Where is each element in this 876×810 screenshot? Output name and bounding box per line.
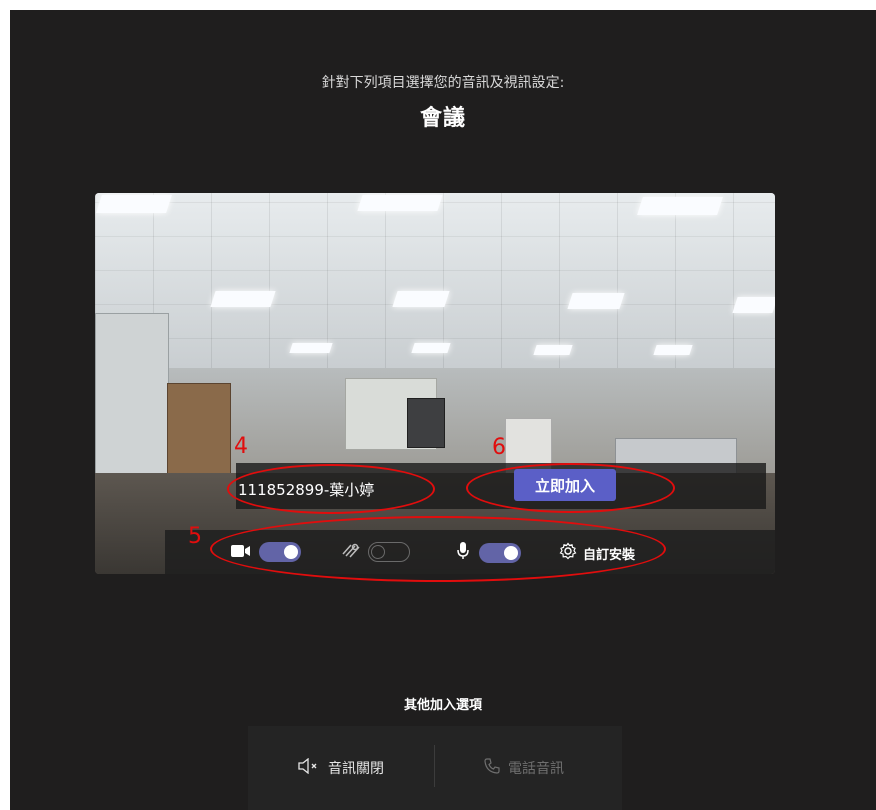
phone-icon bbox=[484, 758, 500, 778]
ceiling-light bbox=[411, 343, 451, 353]
poster bbox=[407, 398, 445, 448]
annotation-ellipse-controls bbox=[210, 516, 666, 582]
annotation-number-4: 4 bbox=[234, 434, 248, 459]
ceiling-light bbox=[653, 345, 693, 355]
ceiling-light bbox=[289, 343, 333, 353]
audio-off-label: 音訊關閉 bbox=[328, 761, 384, 777]
annotation-ellipse-name bbox=[227, 464, 435, 514]
other-join-options-title: 其他加入選項 bbox=[403, 698, 482, 713]
meeting-title: 會議 bbox=[419, 106, 466, 131]
bookshelf bbox=[167, 383, 231, 485]
ceiling-light bbox=[357, 195, 443, 211]
ceiling-light bbox=[637, 197, 723, 215]
ceiling-light bbox=[533, 345, 573, 355]
cabinet bbox=[95, 313, 169, 485]
ceiling-light bbox=[567, 293, 625, 309]
ceiling-light bbox=[96, 195, 172, 213]
audio-off-option[interactable]: 音訊關閉 bbox=[298, 757, 384, 778]
annotation-number-5: 5 bbox=[188, 524, 202, 549]
ceiling-light bbox=[392, 291, 450, 307]
annotation-number-6: 6 bbox=[492, 435, 506, 460]
options-divider bbox=[434, 745, 435, 787]
phone-audio-label: 電話音訊 bbox=[508, 761, 564, 777]
annotation-ellipse-join bbox=[466, 463, 675, 513]
prejoin-screen: 針對下列項目選擇您的音訊及視訊設定: 會議 111852899-葉小婷 立即加入 bbox=[10, 10, 876, 810]
speaker-muted-icon bbox=[298, 757, 320, 778]
ceiling-light bbox=[210, 291, 276, 307]
ceiling-light bbox=[732, 297, 775, 313]
phone-audio-option[interactable]: 電話音訊 bbox=[484, 758, 564, 778]
settings-subtitle: 針對下列項目選擇您的音訊及視訊設定: bbox=[321, 75, 565, 91]
